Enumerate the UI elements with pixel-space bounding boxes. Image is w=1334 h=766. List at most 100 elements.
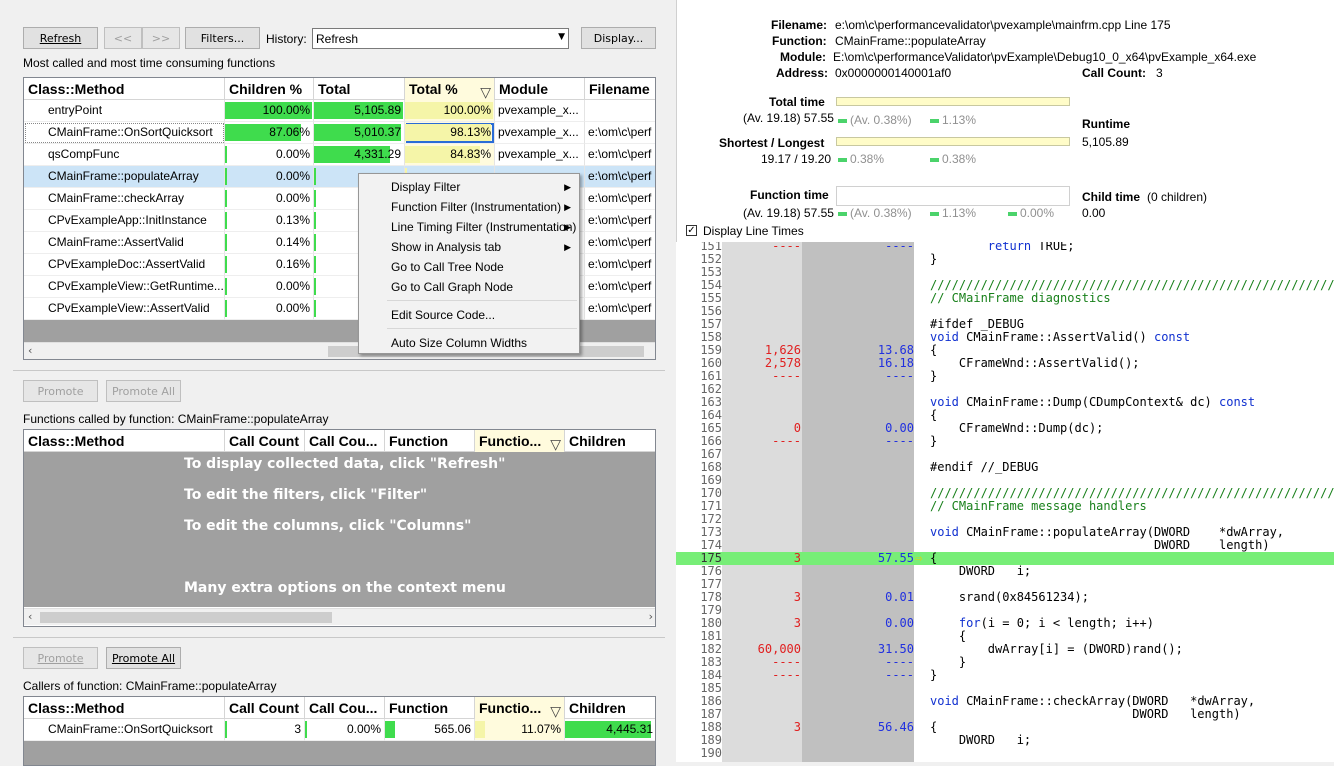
shortest-longest-value: 19.17 / 19.20 [761, 152, 832, 166]
function-label: Function: [772, 34, 827, 48]
col-class-method[interactable]: Class::Method [24, 697, 225, 719]
col-children[interactable]: Children [565, 430, 655, 452]
context-menu[interactable]: Display Filter ▶ Function Filter (Instrum… [358, 173, 580, 354]
col-total-pct[interactable]: Total % ▽ [405, 78, 495, 100]
source-line[interactable]: 187 DWORD length) [676, 708, 1334, 721]
function-time-pct2: 1.13% [930, 206, 976, 220]
sort-desc-icon: ▽ [480, 84, 491, 100]
menu-item-auto-size[interactable]: Auto Size Column Widths [391, 333, 527, 353]
source-line[interactable]: 155// CMainFrame diagnostics [676, 292, 1334, 305]
mid-grid-hscrollbar[interactable]: ‹ › [24, 608, 655, 625]
source-line[interactable]: 151 ---- ---- return TRUE; [676, 242, 1334, 253]
source-line[interactable]: 174 DWORD length) [676, 539, 1334, 552]
menu-separator [387, 300, 577, 301]
mid-grid-header: Class::Method Call Count Call Cou... Fun… [24, 430, 655, 452]
child-time-value: 0.00 [1082, 206, 1106, 220]
display-line-times-checkbox[interactable]: ✓ [686, 225, 697, 236]
scroll-left-icon[interactable]: ‹ [28, 344, 32, 357]
runtime-label: Runtime [1082, 117, 1130, 131]
source-line[interactable]: 152} [676, 253, 1334, 266]
filters-button[interactable]: Filters... [185, 27, 260, 49]
chevron-down-icon: ▼ [558, 32, 565, 42]
col-function-pct[interactable]: Functio... ▽ [475, 430, 565, 452]
col-call-count[interactable]: Call Count [225, 430, 305, 452]
forward-button[interactable]: >> [142, 27, 180, 49]
col-function-pct[interactable]: Functio... ▽ [475, 697, 565, 719]
source-line[interactable]: 168 #endif //_DEBUG [676, 461, 1334, 474]
source-line[interactable]: 161 ---- ----} [676, 370, 1334, 383]
menu-item-function-filter[interactable]: Function Filter (Instrumentation) [391, 197, 561, 217]
col-filename[interactable]: Filename [585, 78, 655, 100]
source-line[interactable]: 176 DWORD i; [676, 565, 1334, 578]
filename-label: Filename: [771, 18, 828, 32]
source-line[interactable]: 166 ---- ----} [676, 435, 1334, 448]
shortest-pct1: 0.38% [838, 152, 884, 166]
source-line[interactable]: 163 void CMainFrame::Dump(CDumpContext& d… [676, 396, 1334, 409]
promote-button-2[interactable]: Promote [23, 647, 98, 669]
menu-item-go-call-graph[interactable]: Go to Call Graph Node [391, 277, 513, 297]
source-line[interactable]: 184 ---- ----} [676, 669, 1334, 682]
total-time-bar [836, 97, 1070, 106]
menu-item-line-timing-filter[interactable]: Line Timing Filter (Instrumentation) [391, 217, 576, 237]
menu-item-display-filter[interactable]: Display Filter [391, 177, 460, 197]
module-label: Module: [780, 50, 826, 64]
scroll-thumb[interactable] [40, 612, 332, 623]
menu-item-show-in-analysis[interactable]: Show in Analysis tab [391, 237, 501, 257]
source-line[interactable]: 180 3 0.00 for(i = 0; i < length; i++) [676, 617, 1334, 630]
table-row[interactable]: CMainFrame::OnSortQuicksort 3 0.00% 565.… [24, 719, 655, 741]
shortest-bar [836, 137, 1070, 146]
source-line[interactable]: 178 3 0.01 srand(0x84561234); [676, 591, 1334, 604]
hint-columns: To edit the columns, click "Columns" [184, 518, 472, 534]
source-line[interactable]: 171// CMainFrame message handlers [676, 500, 1334, 513]
col-function[interactable]: Function [385, 430, 475, 452]
col-class-method[interactable]: Class::Method [24, 78, 225, 100]
function-value: CMainFrame::populateArray [835, 34, 986, 48]
menu-item-edit-source[interactable]: Edit Source Code... [391, 305, 495, 325]
called-by-label: Functions called by function: CMainFrame… [23, 412, 329, 426]
divider [13, 370, 665, 371]
scroll-left-icon[interactable]: ‹ [28, 610, 32, 623]
sort-desc-icon: ▽ [550, 436, 561, 452]
display-button[interactable]: Display... [581, 27, 656, 49]
runtime-value: 5,105.89 [1082, 135, 1129, 149]
submenu-arrow-icon: ▶ [564, 222, 571, 232]
callers-grid[interactable]: Class::Method Call Count Call Cou... Fun… [23, 696, 656, 766]
promote-all-button-2[interactable]: Promote All [106, 647, 181, 669]
table-row[interactable]: entryPoint 100.00% 5,105.89 100.00% pvexampl… [24, 100, 655, 122]
empty-hint-area: To display collected data, click "Refres… [24, 452, 655, 607]
function-time-label: Function time [750, 188, 829, 202]
menu-separator [387, 328, 577, 329]
total-time-label: Total time [769, 95, 825, 109]
refresh-button[interactable]: Refresh [23, 27, 98, 49]
col-call-count[interactable]: Call Count [225, 697, 305, 719]
shortest-pct2: 0.38% [930, 152, 976, 166]
function-time-pct1: (Av. 0.38%) [838, 206, 912, 220]
call-count-label: Call Count: [1082, 66, 1146, 80]
col-module[interactable]: Module [495, 78, 585, 100]
source-line[interactable]: 189 DWORD i; [676, 734, 1334, 747]
call-count-value: 3 [1156, 66, 1163, 80]
function-time-pct3: 0.00% [1008, 206, 1054, 220]
promote-button[interactable]: Promote [23, 380, 98, 402]
back-button[interactable]: << [104, 27, 142, 49]
col-call-count-pct[interactable]: Call Cou... [305, 697, 385, 719]
scroll-right-icon[interactable]: › [649, 610, 653, 623]
called-functions-grid[interactable]: Class::Method Call Count Call Cou... Fun… [23, 429, 656, 627]
table-row[interactable]: CMainFrame::OnSortQuicksort 87.06% 5,010.3… [24, 122, 655, 144]
current-line-arrow-icon: ⇨ [915, 551, 923, 565]
table-row[interactable]: qsCompFunc 0.00% 4,331.29 84.83% pvexample_x… [24, 144, 655, 166]
total-time-pct1: (Av. 0.38%) [838, 113, 912, 127]
source-line[interactable]: 190 [676, 747, 1334, 760]
col-call-count-pct[interactable]: Call Cou... [305, 430, 385, 452]
col-function[interactable]: Function [385, 697, 475, 719]
promote-all-button[interactable]: Promote All [106, 380, 181, 402]
history-dropdown[interactable]: Refresh ▼ [312, 28, 569, 49]
col-total[interactable]: Total [314, 78, 405, 100]
function-time-av: (Av. 19.18) 57.55 [743, 206, 834, 220]
total-time-pct2: 1.13% [930, 113, 976, 127]
col-children-pct[interactable]: Children % [225, 78, 314, 100]
col-class-method[interactable]: Class::Method [24, 430, 225, 452]
col-children[interactable]: Children [565, 697, 655, 719]
menu-item-go-call-tree[interactable]: Go to Call Tree Node [391, 257, 504, 277]
source-code-view[interactable]: 151 ---- ---- return TRUE; 152} 153 154//////… [676, 242, 1334, 762]
